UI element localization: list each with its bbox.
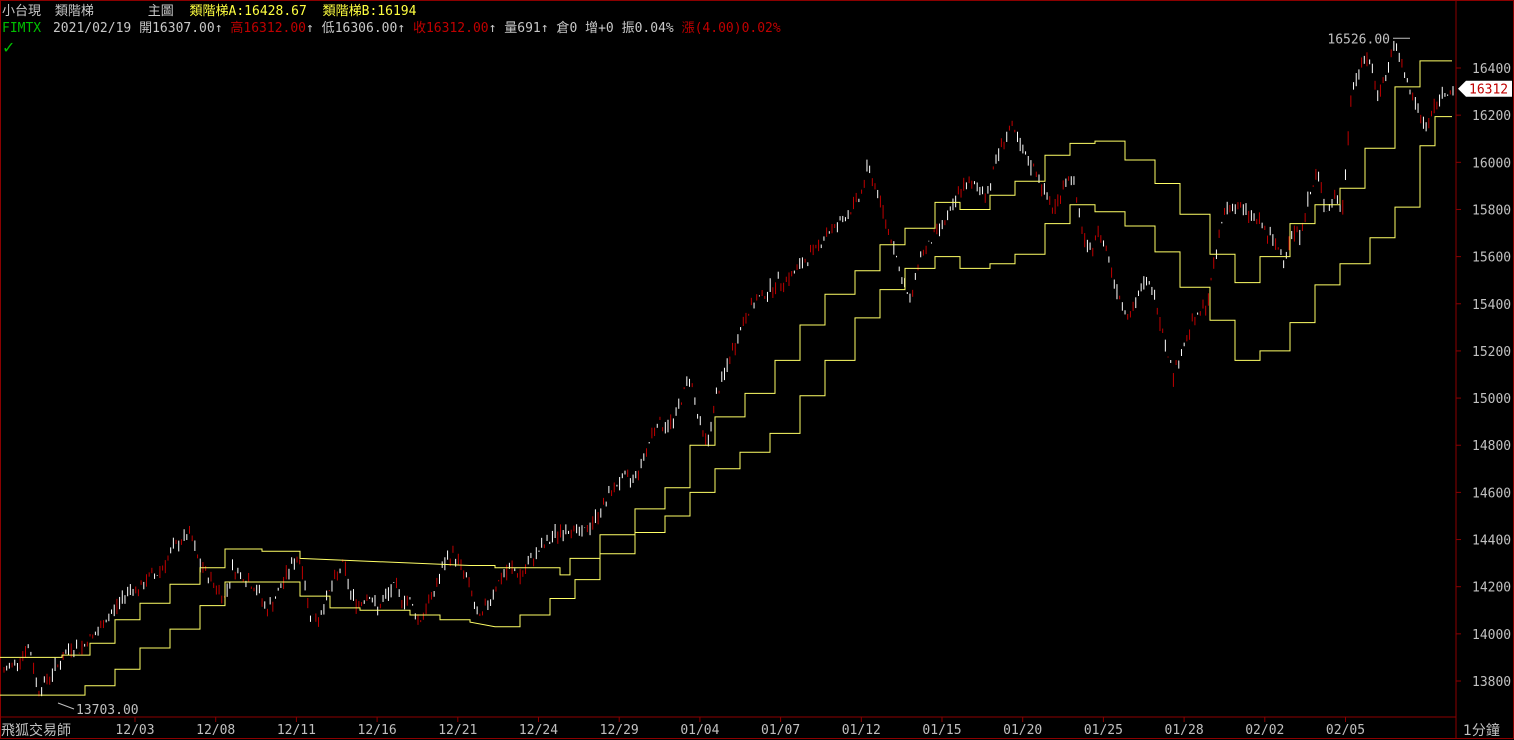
- x-tick-label: 01/28: [1165, 723, 1204, 738]
- ladder-b-line: [0, 116, 1452, 696]
- y-tick-label: 14800: [1472, 439, 1511, 454]
- ladders-layer: [0, 60, 1452, 696]
- ladder-a-line: [0, 60, 1452, 658]
- x-tick-label: 12/03: [115, 723, 154, 738]
- y-tick-label: 14400: [1472, 534, 1511, 549]
- x-tick-label: 02/02: [1245, 723, 1284, 738]
- y-tick-label: 14600: [1472, 486, 1511, 501]
- x-tick-label: 01/12: [842, 723, 881, 738]
- y-tick-label: 15800: [1472, 203, 1511, 218]
- y-tick-label: 15200: [1472, 345, 1511, 360]
- x-tick-label: 12/08: [196, 723, 235, 738]
- min-price-label: 13703.00: [76, 703, 139, 718]
- x-tick-label: 01/07: [761, 723, 800, 738]
- x-tick-label: 01/04: [680, 723, 719, 738]
- annotations-layer: 16526.00 13703.00 16312: [57, 32, 1512, 718]
- max-price-label: 16526.00: [1327, 32, 1390, 47]
- y-tick-label: 16000: [1472, 156, 1511, 171]
- last-price-label: 16312: [1469, 83, 1508, 98]
- x-tick-label: 02/05: [1326, 723, 1365, 738]
- x-tick-label: 12/24: [519, 723, 558, 738]
- x-tick-label: 12/16: [358, 723, 397, 738]
- y-tick-label: 14000: [1472, 628, 1511, 643]
- y-tick-label: 15000: [1472, 392, 1511, 407]
- y-tick-label: 13800: [1472, 675, 1511, 690]
- y-tick-label: 15400: [1472, 298, 1511, 313]
- x-tick-label: 12/21: [438, 723, 477, 738]
- y-tick-label: 15600: [1472, 251, 1511, 266]
- y-tick-label: 14200: [1472, 581, 1511, 596]
- x-axis: 12/03 12/08 12/11 12/16 12/21 12/24 12/29 01/04…: [0, 716, 1456, 738]
- x-tick-label: 12/29: [600, 723, 639, 738]
- y-axis: 13800 14000 14200 14400 14600 14800 15000 15200…: [1455, 0, 1511, 738]
- x-tick-label: 01/25: [1084, 723, 1123, 738]
- candles-layer: [3, 40, 1454, 697]
- period-selector[interactable]: 1分鐘: [1463, 720, 1500, 740]
- price-chart[interactable]: 13800 14000 14200 14400 14600 14800 15000 15200…: [0, 0, 1514, 739]
- y-tick-label: 16200: [1472, 109, 1511, 124]
- x-tick-label: 01/15: [922, 723, 961, 738]
- min-price-leader: [57, 702, 75, 710]
- x-tick-label: 12/11: [277, 723, 316, 738]
- brand-label: 飛狐交易師: [1, 723, 71, 739]
- x-tick-label: 01/20: [1003, 723, 1042, 738]
- y-tick-label: 16400: [1472, 62, 1511, 77]
